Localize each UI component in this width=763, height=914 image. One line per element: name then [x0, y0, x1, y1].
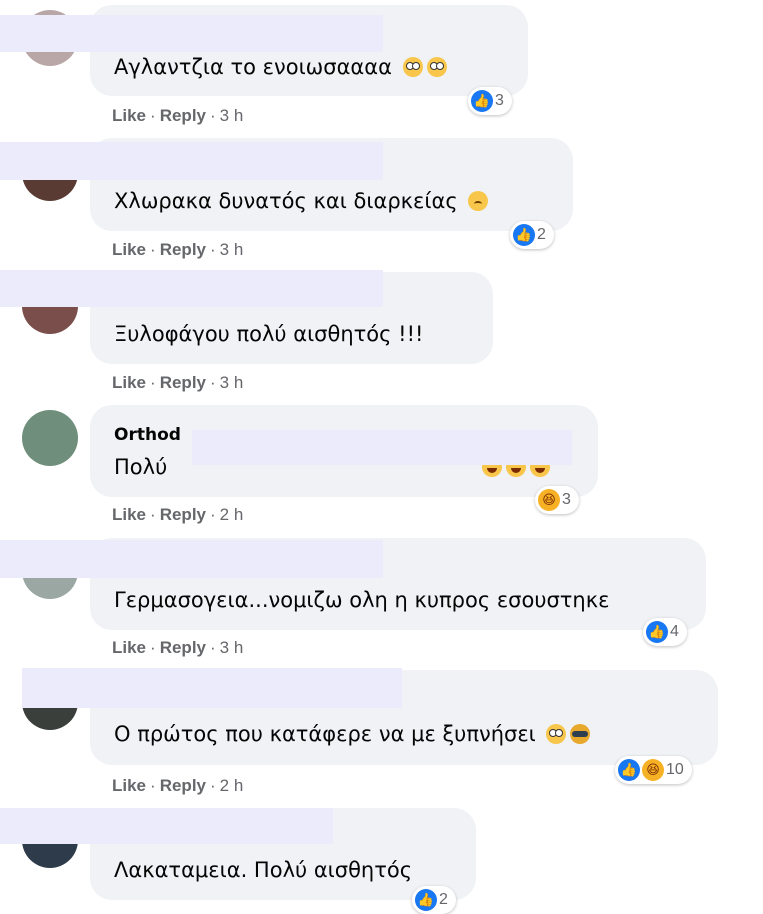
avatar[interactable] [22, 410, 78, 466]
haha-icon: 😆 [642, 759, 664, 781]
like-icon: 👍 [471, 90, 493, 112]
timestamp[interactable]: 3 h [220, 373, 244, 392]
scream-emoji [426, 57, 447, 77]
comment-actions: Like · Reply · 2 h [112, 776, 244, 795]
timestamp[interactable]: 3 h [220, 106, 244, 125]
comment-actions: Like · Reply · 3 h [112, 373, 244, 392]
comment-actions: Like · Reply · 2 h [112, 505, 244, 524]
like-icon: 👍 [618, 759, 640, 781]
timestamp[interactable]: 3 h [220, 638, 244, 657]
redaction-box [0, 142, 383, 180]
comment-text: Ο πρώτος που κατάφερε να με ξυπνήσει [114, 722, 591, 746]
comment-text: Χλωρακα δυνατός και διαρκείας [114, 189, 489, 213]
like-button[interactable]: Like [112, 638, 146, 657]
comment-text: Αγλαντζια το ενοιωσαααα [114, 55, 447, 79]
redaction-box [0, 808, 333, 844]
redaction-box [0, 540, 383, 578]
like-icon: 👍 [513, 224, 535, 246]
comment-actions: Like · Reply · 3 h [112, 240, 244, 259]
like-icon: 👍 [415, 889, 437, 911]
reply-button[interactable]: Reply [160, 638, 206, 657]
reply-button[interactable]: Reply [160, 106, 206, 125]
timestamp[interactable]: 3 h [220, 240, 244, 259]
redaction-box [22, 668, 402, 708]
scream-emoji [402, 57, 423, 77]
timestamp[interactable]: 2 h [220, 776, 244, 795]
redaction-box [0, 270, 383, 307]
like-button[interactable]: Like [112, 505, 146, 524]
redaction-box [192, 430, 572, 465]
like-icon: 👍 [646, 621, 668, 643]
redaction-box [0, 15, 383, 52]
reply-button[interactable]: Reply [160, 373, 206, 392]
comment-actions: Like · Reply · 3 h [112, 638, 244, 657]
sad-emoji [468, 191, 489, 211]
reply-button[interactable]: Reply [160, 240, 206, 259]
spiral-emoji [570, 724, 591, 744]
reaction-summary[interactable]: 😆 3 [535, 486, 579, 514]
reaction-summary[interactable]: 👍 3 [468, 87, 512, 115]
reaction-summary[interactable]: 👍 😆 10 [615, 756, 692, 784]
reply-button[interactable]: Reply [160, 776, 206, 795]
like-button[interactable]: Like [112, 373, 146, 392]
reaction-summary[interactable]: 👍 2 [510, 221, 554, 249]
flushed-emoji [546, 724, 567, 744]
like-button[interactable]: Like [112, 240, 146, 259]
haha-icon: 😆 [538, 489, 560, 511]
comment-text: Πολύ [114, 455, 168, 479]
comment-actions: Like · Reply · 3 h [112, 106, 244, 125]
reply-button[interactable]: Reply [160, 505, 206, 524]
reaction-summary[interactable]: 👍 2 [412, 886, 456, 914]
comment-text: Λακαταμεια. Πολύ αισθητός [114, 858, 413, 882]
reaction-summary[interactable]: 👍 4 [643, 618, 687, 646]
timestamp[interactable]: 2 h [220, 505, 244, 524]
like-button[interactable]: Like [112, 106, 146, 125]
comment-text: Γερμασογεια...νομιζω ολη η κυπρος εσουστ… [114, 588, 610, 612]
like-button[interactable]: Like [112, 776, 146, 795]
comment-text: Ξυλοφάγου πολύ αισθητός !!! [114, 322, 424, 346]
comment-author[interactable]: Orthod [114, 425, 181, 445]
